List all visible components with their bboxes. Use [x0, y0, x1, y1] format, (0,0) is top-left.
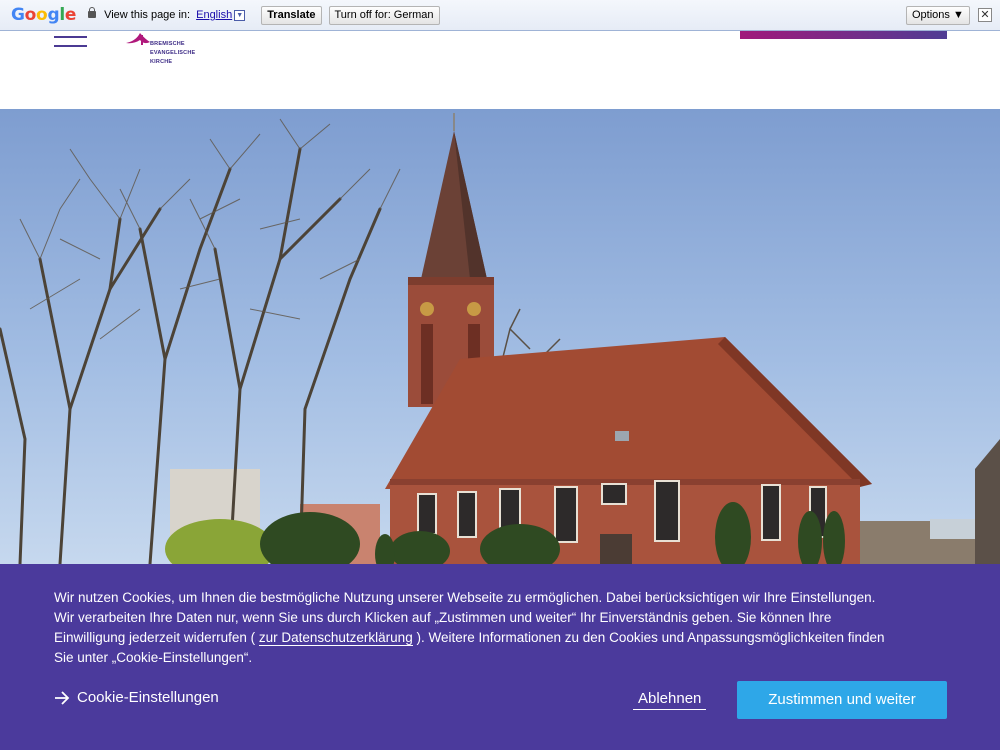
accept-button[interactable]: Zustimmen und weiter [737, 681, 947, 719]
privacy-policy-link[interactable]: zur Datenschutzerklärung [258, 630, 413, 646]
language-dropdown-icon[interactable]: ▼ [234, 9, 246, 21]
logo-text: BREMISCHE EVANGELISCHE KIRCHE [150, 40, 195, 67]
cookie-message: Wir nutzen Cookies, um Ihnen die bestmög… [54, 588, 894, 668]
cookie-settings-link[interactable]: Cookie-Einstellungen [54, 689, 219, 706]
logo-line-3: KIRCHE [150, 59, 173, 65]
turn-off-button[interactable]: Turn off for: German [328, 5, 440, 25]
logo-line-2: EVANGELISCHE [150, 50, 196, 56]
options-button[interactable]: Options ▼ [906, 6, 970, 25]
header-accent-bar [740, 31, 947, 39]
church-illustration [0, 113, 1000, 564]
cookie-banner: Wir nutzen Cookies, um Ihnen die bestmög… [0, 564, 1000, 750]
translate-bar: Google View this page in: English ▼ Tran… [0, 0, 1000, 31]
view-page-label: View this page in: [104, 9, 191, 21]
close-icon[interactable]: ✕ [978, 8, 992, 22]
logo-line-1: BREMISCHE [150, 41, 185, 47]
language-link[interactable]: English [196, 9, 232, 21]
cookie-settings-label: Cookie-Einstellungen [77, 689, 219, 706]
arrow-right-icon [55, 690, 70, 705]
translate-button[interactable]: Translate [261, 5, 322, 25]
hero-image [0, 109, 1000, 564]
site-header: BREMISCHE EVANGELISCHE KIRCHE [0, 31, 1000, 109]
menu-icon[interactable] [54, 36, 87, 54]
google-logo: Google [11, 5, 77, 25]
lock-icon [88, 6, 97, 20]
decline-button[interactable]: Ablehnen [633, 690, 707, 710]
